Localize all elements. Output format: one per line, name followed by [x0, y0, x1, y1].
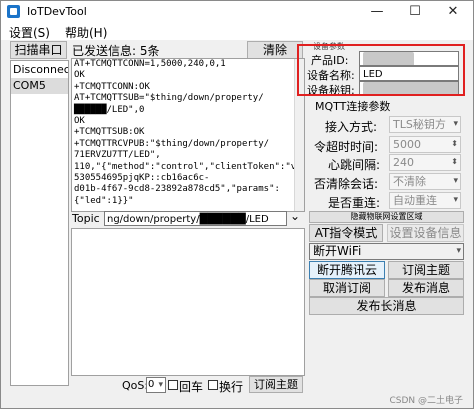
- port-list[interactable]: Disconnect COM5: [10, 60, 69, 386]
- port-item-disconnect[interactable]: Disconnect: [11, 62, 68, 78]
- log-line: AT+TCMQTTSUB="$thing/down/property/: [74, 93, 264, 104]
- set-device-button[interactable]: 设置设备信息: [387, 224, 464, 242]
- log-line: +TCMQTTCONN:OK: [74, 81, 150, 92]
- log-line: 71ERVZU7TT/LED",: [74, 150, 161, 161]
- watermark: CSDN @二土电子: [389, 396, 463, 406]
- disconnect-cloud-button[interactable]: 断开腾讯云: [309, 261, 385, 279]
- log-line: +TCMQTTRCVPUB:"$thing/down/property/: [74, 138, 270, 149]
- log-line: OK: [74, 116, 85, 127]
- chevron-down-icon: ▾: [453, 119, 458, 129]
- chevron-down-icon: ▾: [453, 176, 458, 186]
- topic-label: Topic: [72, 212, 100, 225]
- chevron-down-icon: ▾: [158, 380, 163, 390]
- log-line: +TCMQTTSUB:OK: [74, 127, 145, 138]
- clean-session-select[interactable]: 不清除 ▾: [389, 173, 461, 190]
- chevron-down-icon: ▾: [456, 246, 461, 256]
- scan-port-button[interactable]: 扫描串口: [10, 41, 67, 59]
- menu-help[interactable]: 帮助(H): [65, 24, 107, 41]
- access-label: 接入方式:: [325, 120, 378, 134]
- log-line: 110,"{"method":"control","clientToken":"…: [74, 161, 302, 172]
- minimize-button[interactable]: —: [361, 1, 393, 23]
- reconnect-value: 自动重连: [393, 194, 437, 207]
- mqtt-section-title: MQTT连接参数: [315, 100, 391, 113]
- maximize-button[interactable]: ☐: [399, 1, 431, 23]
- qos-select[interactable]: 0 ▾: [146, 377, 166, 393]
- clear-button[interactable]: 清除: [247, 41, 303, 59]
- timeout-value: 5000: [393, 138, 421, 151]
- close-button[interactable]: ✕: [437, 1, 469, 23]
- window-title: IoTDevTool: [27, 5, 87, 18]
- at-mode-button[interactable]: AT指令模式: [309, 224, 383, 242]
- qos-value: 0: [148, 379, 155, 390]
- log-line: 530554695pjqKP::cb16ac6c-: [74, 173, 210, 184]
- newline-label: 换行: [219, 380, 244, 394]
- sent-info-label: 已发送信息: 5条: [72, 44, 160, 58]
- log-line: OK: [74, 70, 85, 81]
- wifi-value: 断开WiFi: [313, 244, 362, 258]
- chevron-down-icon: ▾: [453, 195, 458, 205]
- newline-checkbox[interactable]: [208, 380, 218, 390]
- highlight-box: [297, 44, 465, 96]
- access-value: TLS秘钥方: [393, 118, 446, 131]
- qos-label: QoS:: [122, 379, 149, 392]
- subscribe-topic-button[interactable]: 订阅主题: [388, 261, 464, 279]
- spin-icon: ⬍: [451, 157, 458, 166]
- clean-session-label: 否清除会话:: [314, 177, 379, 191]
- title-bar: IoTDevTool — ☐ ✕: [1, 1, 473, 23]
- wifi-select[interactable]: 断开WiFi ▾: [309, 243, 464, 260]
- publish-button[interactable]: 发布消息: [388, 279, 464, 297]
- message-input[interactable]: [71, 228, 305, 376]
- heartbeat-input[interactable]: 240 ⬍: [389, 154, 461, 171]
- app-icon: [7, 5, 20, 18]
- log-output[interactable]: AT+TCMQTTCONN=1,5000,240,0,1 OK +TCMQTTC…: [71, 58, 305, 212]
- log-line: d01b-4f67-9cd8-23892a878cd5","params":: [74, 184, 280, 195]
- topic-input[interactable]: ng/down/property/██████/LED: [104, 211, 287, 226]
- port-item-com5[interactable]: COM5: [11, 78, 68, 94]
- spin-icon: ⬍: [451, 139, 458, 148]
- subscribe-topic-bottom-button[interactable]: 订阅主题: [249, 376, 303, 393]
- app-window: IoTDevTool — ☐ ✕ 设置(S) 帮助(H) 扫描串口 已发送信息:…: [0, 0, 474, 409]
- reconnect-select[interactable]: 自动重连 ▾: [389, 192, 461, 209]
- cr-label: 回车: [179, 380, 204, 394]
- hide-iot-settings-button[interactable]: 隐藏物联网设置区域: [309, 211, 464, 223]
- heartbeat-value: 240: [393, 156, 414, 169]
- heartbeat-label: 心跳间隔:: [328, 158, 381, 172]
- timeout-label: 令超时时间:: [314, 140, 379, 154]
- log-line: ██████/LED",0: [74, 104, 145, 115]
- topic-dropdown-icon[interactable]: ⌄: [290, 209, 300, 223]
- publish-long-button[interactable]: 发布长消息: [309, 297, 464, 315]
- access-select[interactable]: TLS秘钥方 ▾: [389, 116, 461, 133]
- menu-bar: 设置(S) 帮助(H): [1, 23, 473, 40]
- log-line: {"led":1}}": [74, 195, 134, 206]
- clean-session-value: 不清除: [393, 175, 426, 188]
- timeout-input[interactable]: 5000 ⬍: [389, 136, 461, 153]
- log-line: AT+TCMQTTCONN=1,5000,240,0,1: [74, 59, 226, 69]
- menu-settings[interactable]: 设置(S): [9, 24, 50, 41]
- cr-checkbox[interactable]: [168, 380, 178, 390]
- unsubscribe-button[interactable]: 取消订阅: [309, 279, 385, 297]
- reconnect-label: 是否重连:: [328, 196, 381, 210]
